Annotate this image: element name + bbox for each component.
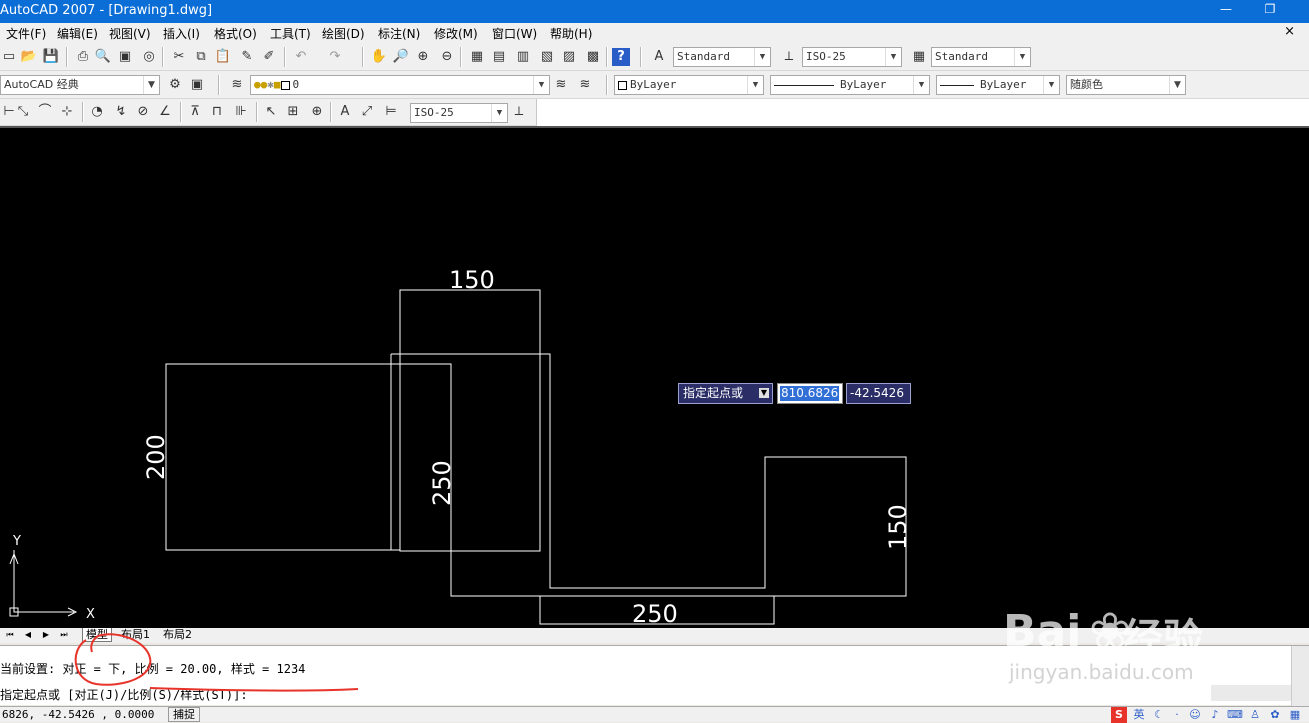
apps-icon[interactable]: ▦ bbox=[1287, 707, 1303, 723]
skin-icon[interactable]: ✿ bbox=[1267, 707, 1283, 723]
status-bar: 6826, -42.5426 , 0.0000 捕捉 S 英 ☾ · ☺ ♪ ⌨… bbox=[0, 706, 1309, 723]
snap-toggle[interactable]: 捕捉 bbox=[168, 707, 200, 722]
microphone-icon[interactable]: ♪ bbox=[1207, 707, 1223, 723]
ime-lang-toggle[interactable]: 英 bbox=[1131, 707, 1147, 723]
user-icon[interactable]: ♙ bbox=[1247, 707, 1263, 723]
red-circle-annotation bbox=[74, 633, 152, 686]
ime-toolbar: S 英 ☾ · ☺ ♪ ⌨ ♙ ✿ ▦ bbox=[1109, 707, 1309, 723]
smiley-icon[interactable]: ☺ bbox=[1187, 707, 1203, 723]
annotation-overlay bbox=[74, 633, 359, 692]
sogou-logo-icon: S bbox=[1111, 707, 1127, 723]
punctuation-icon[interactable]: · bbox=[1169, 707, 1185, 723]
moon-icon[interactable]: ☾ bbox=[1151, 707, 1167, 723]
keyboard-icon[interactable]: ⌨ bbox=[1227, 707, 1243, 723]
coordinate-readout: 6826, -42.5426 , 0.0000 bbox=[2, 708, 155, 721]
red-underline-annotation bbox=[149, 687, 359, 692]
